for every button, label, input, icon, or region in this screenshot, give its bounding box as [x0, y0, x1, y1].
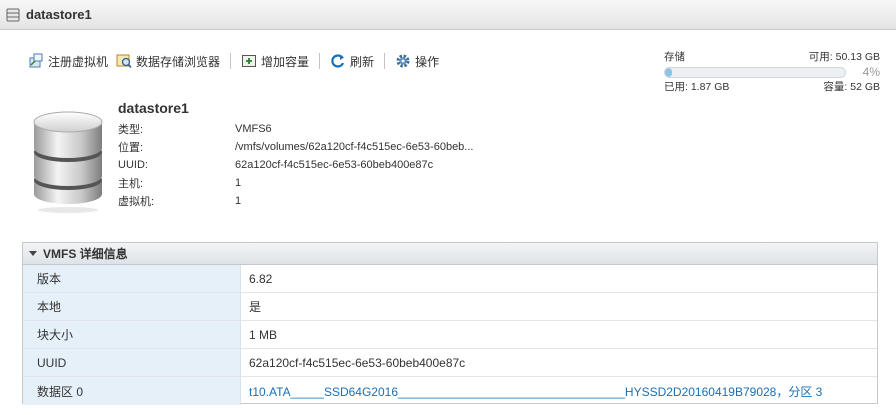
increase-capacity-label: 增加容量: [261, 54, 310, 69]
datastore-info: datastore1 类型: VMFS6 位置: /vmfs/volumes/6…: [118, 100, 473, 210]
field-label: UUID:: [118, 159, 148, 171]
field-value: 1: [235, 195, 242, 207]
storage-free: 可用: 50.13 GB: [808, 51, 880, 63]
field-label: 类型:: [118, 124, 144, 136]
row-key: UUID: [23, 349, 241, 376]
storage-summary: 存储 可用: 50.13 GB 4% 已用: 1.87 GB 容量: 52 GB: [664, 51, 880, 94]
datastore-browser-label: 数据存储浏览器: [136, 54, 221, 69]
extent-link[interactable]: t10.ATA_____SSD64G2016__________________…: [241, 377, 822, 405]
actions-label: 操作: [415, 54, 440, 69]
field-row: 虚拟机: 1: [118, 192, 473, 210]
storage-label: 存储: [664, 51, 685, 63]
field-row: UUID: 62a120cf-f4c515ec-6e53-60beb400e87…: [118, 156, 473, 174]
toolbar-divider: [384, 53, 386, 69]
storage-percent: 4%: [862, 65, 880, 79]
table-row: 本地 是: [23, 293, 877, 321]
storage-usage-fill: [665, 67, 673, 77]
toolbar-divider: [319, 53, 321, 69]
table-row: 版本 6.82: [23, 265, 877, 293]
toolbar-divider: [230, 53, 232, 69]
field-row: 主机: 1: [118, 174, 473, 192]
row-value: 6.82: [249, 271, 273, 286]
register-vm-button[interactable]: 注册虚拟机: [24, 50, 112, 72]
datastore-name: datastore1: [118, 100, 189, 116]
table-row: 块大小 1 MB: [23, 321, 877, 349]
refresh-label: 刷新: [350, 54, 375, 69]
refresh-icon: [331, 54, 345, 68]
storage-capacity: 容量: 52 GB: [823, 81, 880, 93]
row-value: 1 MB: [249, 327, 278, 342]
field-row: 类型: VMFS6: [118, 120, 473, 138]
row-value: 62a120cf-f4c515ec-6e53-60beb400e87c: [249, 355, 466, 370]
table-row: UUID 62a120cf-f4c515ec-6e53-60beb400e87c: [23, 349, 877, 377]
datastore-browser-button[interactable]: 数据存储浏览器: [112, 50, 224, 72]
toolbar: 注册虚拟机 数据存储浏览器 增加容量 刷新 操作: [24, 50, 443, 72]
field-value: VMFS6: [235, 123, 272, 135]
increase-capacity-button[interactable]: 增加容量: [237, 50, 313, 72]
refresh-button[interactable]: 刷新: [326, 50, 378, 72]
vmfs-details-panel: VMFS 详细信息 版本 6.82 本地 是 块大小 1 MB UUID 62a…: [22, 242, 878, 405]
increase-capacity-icon: [242, 55, 257, 67]
row-key: 版本: [23, 265, 241, 292]
row-key: 数据区 0: [23, 377, 241, 405]
row-key: 本地: [23, 293, 241, 320]
field-value: 1: [235, 177, 242, 189]
row-value: 是: [249, 300, 262, 314]
datastore-fields: 类型: VMFS6 位置: /vmfs/volumes/62a120cf-f4c…: [118, 120, 473, 210]
field-value: 62a120cf-f4c515ec-6e53-60beb400e87c: [235, 159, 434, 171]
datastore-disk-icon: [33, 111, 103, 213]
actions-button[interactable]: 操作: [391, 50, 443, 72]
field-row: 位置: /vmfs/volumes/62a120cf-f4c515ec-6e53…: [118, 138, 473, 156]
window-title: datastore1: [26, 7, 92, 22]
row-key: 块大小: [23, 321, 241, 348]
datastore-icon: [6, 8, 20, 21]
gear-icon: [396, 54, 410, 68]
vmfs-details-title: VMFS 详细信息: [43, 247, 128, 261]
browser-icon: [116, 54, 132, 69]
field-label: 虚拟机:: [118, 196, 155, 208]
window-titlebar: datastore1: [0, 0, 896, 30]
field-label: 主机:: [118, 178, 144, 190]
field-label: 位置:: [118, 142, 144, 154]
table-row: 数据区 0 t10.ATA_____SSD64G2016____________…: [23, 377, 877, 405]
storage-usage-bar: [664, 66, 846, 78]
register-vm-label: 注册虚拟机: [48, 54, 109, 69]
register-vm-icon: [29, 53, 43, 68]
collapse-caret-icon[interactable]: [29, 251, 37, 256]
vmfs-details-header[interactable]: VMFS 详细信息: [23, 243, 877, 265]
storage-used: 已用: 1.87 GB: [664, 81, 730, 93]
field-value: /vmfs/volumes/62a120cf-f4c515ec-6e53-60b…: [235, 141, 474, 153]
